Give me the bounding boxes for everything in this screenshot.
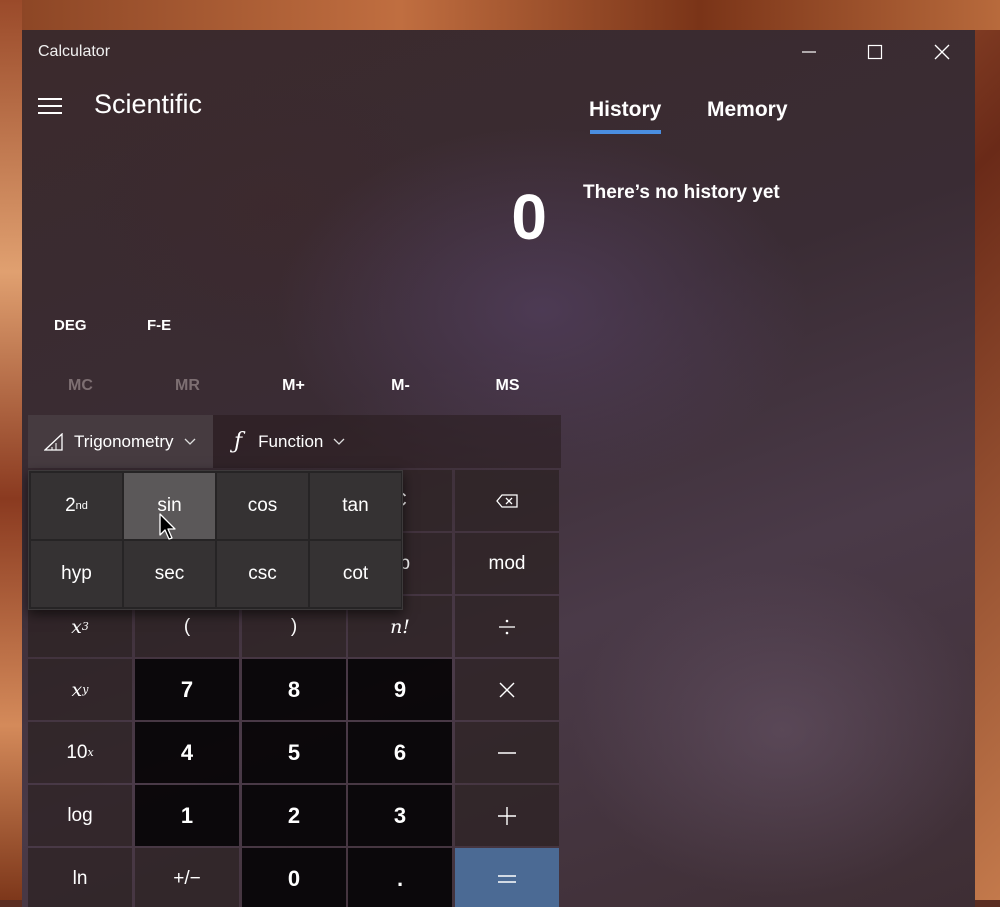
divide-icon: [499, 619, 515, 634]
function-f-icon: ƒ: [234, 429, 243, 454]
add-key[interactable]: [455, 785, 559, 846]
divide-key[interactable]: [455, 596, 559, 657]
minus-icon: [498, 751, 516, 754]
cot-key[interactable]: cot: [310, 541, 401, 607]
hamburger-icon: [38, 98, 62, 114]
maximize-button[interactable]: [842, 30, 908, 74]
digit-8-key[interactable]: 8: [242, 659, 346, 720]
cos-key[interactable]: cos: [217, 473, 308, 539]
multiply-key[interactable]: [455, 659, 559, 720]
tab-memory[interactable]: Memory: [707, 98, 788, 122]
trigonometry-label: Trigonometry: [74, 431, 174, 451]
backspace-key[interactable]: [455, 470, 559, 531]
negate-key[interactable]: +/−: [135, 848, 239, 907]
title-bar[interactable]: Calculator: [22, 30, 975, 74]
calculator-mode-title: Scientific: [94, 89, 203, 119]
digit-3-key[interactable]: 3: [348, 785, 452, 846]
tan-key[interactable]: tan: [310, 473, 401, 539]
mod-key[interactable]: mod: [455, 533, 559, 594]
memory-subtract-button[interactable]: M-: [347, 375, 454, 411]
backspace-icon: [496, 493, 518, 508]
display-value: 0: [511, 181, 547, 253]
fe-toggle-button[interactable]: F-E: [147, 317, 171, 334]
memory-clear-button[interactable]: MC: [27, 375, 134, 411]
desktop-wallpaper-top: [0, 0, 1000, 30]
memory-add-button[interactable]: M+: [240, 375, 347, 411]
digit-1-key[interactable]: 1: [135, 785, 239, 846]
equals-key[interactable]: [455, 848, 559, 907]
tab-history[interactable]: History: [589, 98, 661, 122]
mouse-cursor-icon: [159, 513, 176, 540]
second-function-key[interactable]: 2nd: [31, 473, 122, 539]
digit-0-key[interactable]: 0: [242, 848, 346, 907]
angle-unit-button[interactable]: DEG: [54, 317, 87, 334]
digit-7-key[interactable]: 7: [135, 659, 239, 720]
multiply-icon: [499, 682, 515, 697]
triangle-ruler-icon: [44, 432, 63, 451]
digit-6-key[interactable]: 6: [348, 722, 452, 783]
ten-power-x-key[interactable]: 10 x: [28, 722, 132, 783]
calculator-window: Calculator Scientific 0 DEG F-E MC MR M+…: [22, 30, 975, 907]
subtract-key[interactable]: [455, 722, 559, 783]
ln-key[interactable]: ln: [28, 848, 132, 907]
history-empty-message: There’s no history yet: [583, 182, 780, 203]
hyp-key[interactable]: hyp: [31, 541, 122, 607]
function-dropdown-row: Trigonometry ƒ Function: [28, 415, 561, 468]
decimal-key[interactable]: .: [348, 848, 452, 907]
equals-icon: [498, 874, 516, 883]
memory-store-button[interactable]: MS: [454, 375, 561, 411]
digit-4-key[interactable]: 4: [135, 722, 239, 783]
x-power-y-key[interactable]: xy: [28, 659, 132, 720]
chevron-down-icon: [333, 438, 345, 445]
app-title: Calculator: [38, 43, 111, 60]
log-key[interactable]: log: [28, 785, 132, 846]
minimize-button[interactable]: [776, 30, 842, 74]
digit-9-key[interactable]: 9: [348, 659, 452, 720]
trigonometry-dropdown[interactable]: Trigonometry: [28, 415, 213, 468]
chevron-down-icon: [184, 438, 195, 445]
function-dropdown[interactable]: ƒ Function: [218, 415, 368, 468]
desktop-wallpaper-left: [0, 0, 22, 907]
plus-icon: [498, 806, 516, 825]
close-icon: [934, 44, 950, 60]
csc-key[interactable]: csc: [217, 541, 308, 607]
close-button[interactable]: [909, 30, 975, 74]
digit-2-key[interactable]: 2: [242, 785, 346, 846]
function-label: Function: [258, 431, 324, 451]
active-tab-indicator: [590, 130, 661, 134]
sec-key[interactable]: sec: [124, 541, 215, 607]
digit-5-key[interactable]: 5: [242, 722, 346, 783]
navigation-menu-button[interactable]: [34, 90, 66, 122]
maximize-icon: [867, 44, 883, 60]
memory-recall-button[interactable]: MR: [134, 375, 241, 411]
trigonometry-flyout: 2nd sin cos tan hyp sec csc cot: [28, 470, 403, 610]
minimize-icon: [802, 51, 816, 53]
